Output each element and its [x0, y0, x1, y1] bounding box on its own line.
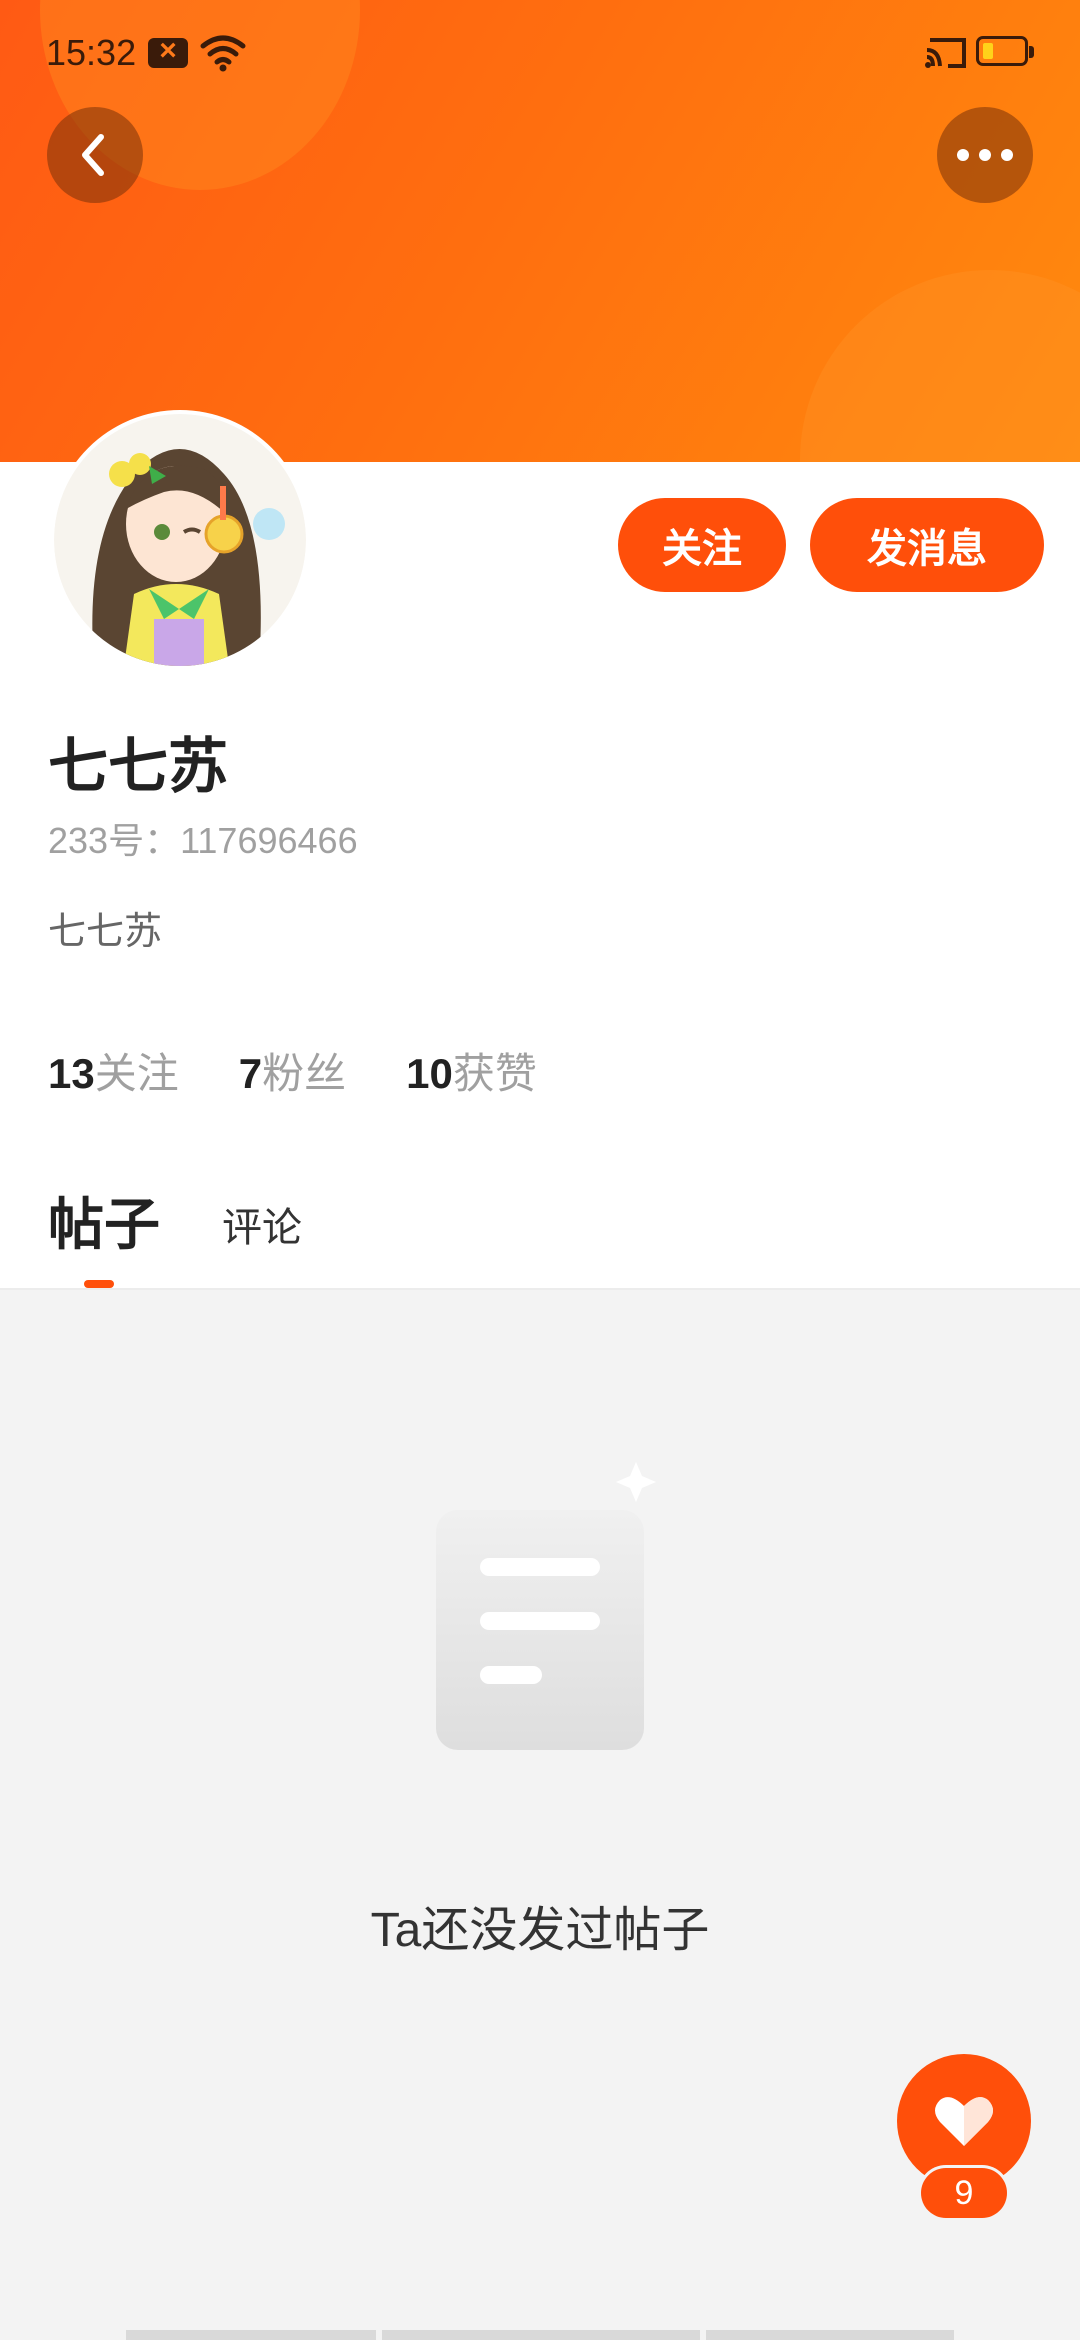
profile-id: 233号：117696466	[48, 820, 358, 861]
stat-value: 10	[406, 1050, 453, 1097]
bottom-hint-bar	[126, 2330, 376, 2340]
avatar-illustration	[54, 414, 306, 666]
bottom-hint-bar	[706, 2330, 954, 2340]
stat-label: 关注	[94, 1050, 179, 1097]
stat-following[interactable]: 13关注	[48, 1040, 179, 1101]
stat-label: 粉丝	[262, 1050, 347, 1097]
stat-followers[interactable]: 7粉丝	[239, 1040, 346, 1101]
banner-decoration	[800, 270, 1080, 462]
document-icon	[436, 1462, 656, 1750]
tab-comments[interactable]: 评论	[222, 1195, 302, 1253]
like-count-badge: 9	[921, 2168, 1007, 2218]
notification-x-icon	[148, 34, 188, 68]
profile-name: 七七苏	[48, 733, 228, 800]
bottom-hint-bar	[382, 2330, 700, 2340]
send-message-button[interactable]: 发消息	[810, 498, 1044, 592]
active-tab-indicator	[84, 1280, 114, 1288]
battery-icon	[976, 36, 1034, 66]
chevron-left-icon	[82, 134, 104, 176]
profile-bio: 七七苏	[48, 911, 163, 953]
posts-content	[0, 1290, 1080, 2340]
follow-button[interactable]: 关注	[618, 498, 786, 592]
profile-stats: 13关注 7粉丝 10获赞	[48, 1040, 537, 1101]
stat-value: 7	[238, 1050, 263, 1097]
status-time: 15:32	[46, 32, 137, 73]
stat-value: 13	[48, 1050, 95, 1097]
stat-likes[interactable]: 10获赞	[406, 1040, 537, 1101]
heart-icon	[935, 2097, 993, 2146]
more-dots-icon	[957, 149, 1013, 161]
stat-label: 获赞	[452, 1050, 537, 1097]
more-options-button[interactable]	[937, 107, 1033, 203]
avatar[interactable]	[54, 414, 306, 666]
profile-tabs: 帖子 评论	[48, 1180, 302, 1261]
back-button[interactable]	[47, 107, 143, 203]
tab-posts[interactable]: 帖子	[48, 1180, 160, 1261]
cast-icon	[925, 38, 966, 68]
status-bar: 15:32	[0, 0, 1080, 110]
empty-state-message: Ta还没发过帖子	[370, 1904, 710, 1957]
wifi-icon	[200, 35, 246, 72]
